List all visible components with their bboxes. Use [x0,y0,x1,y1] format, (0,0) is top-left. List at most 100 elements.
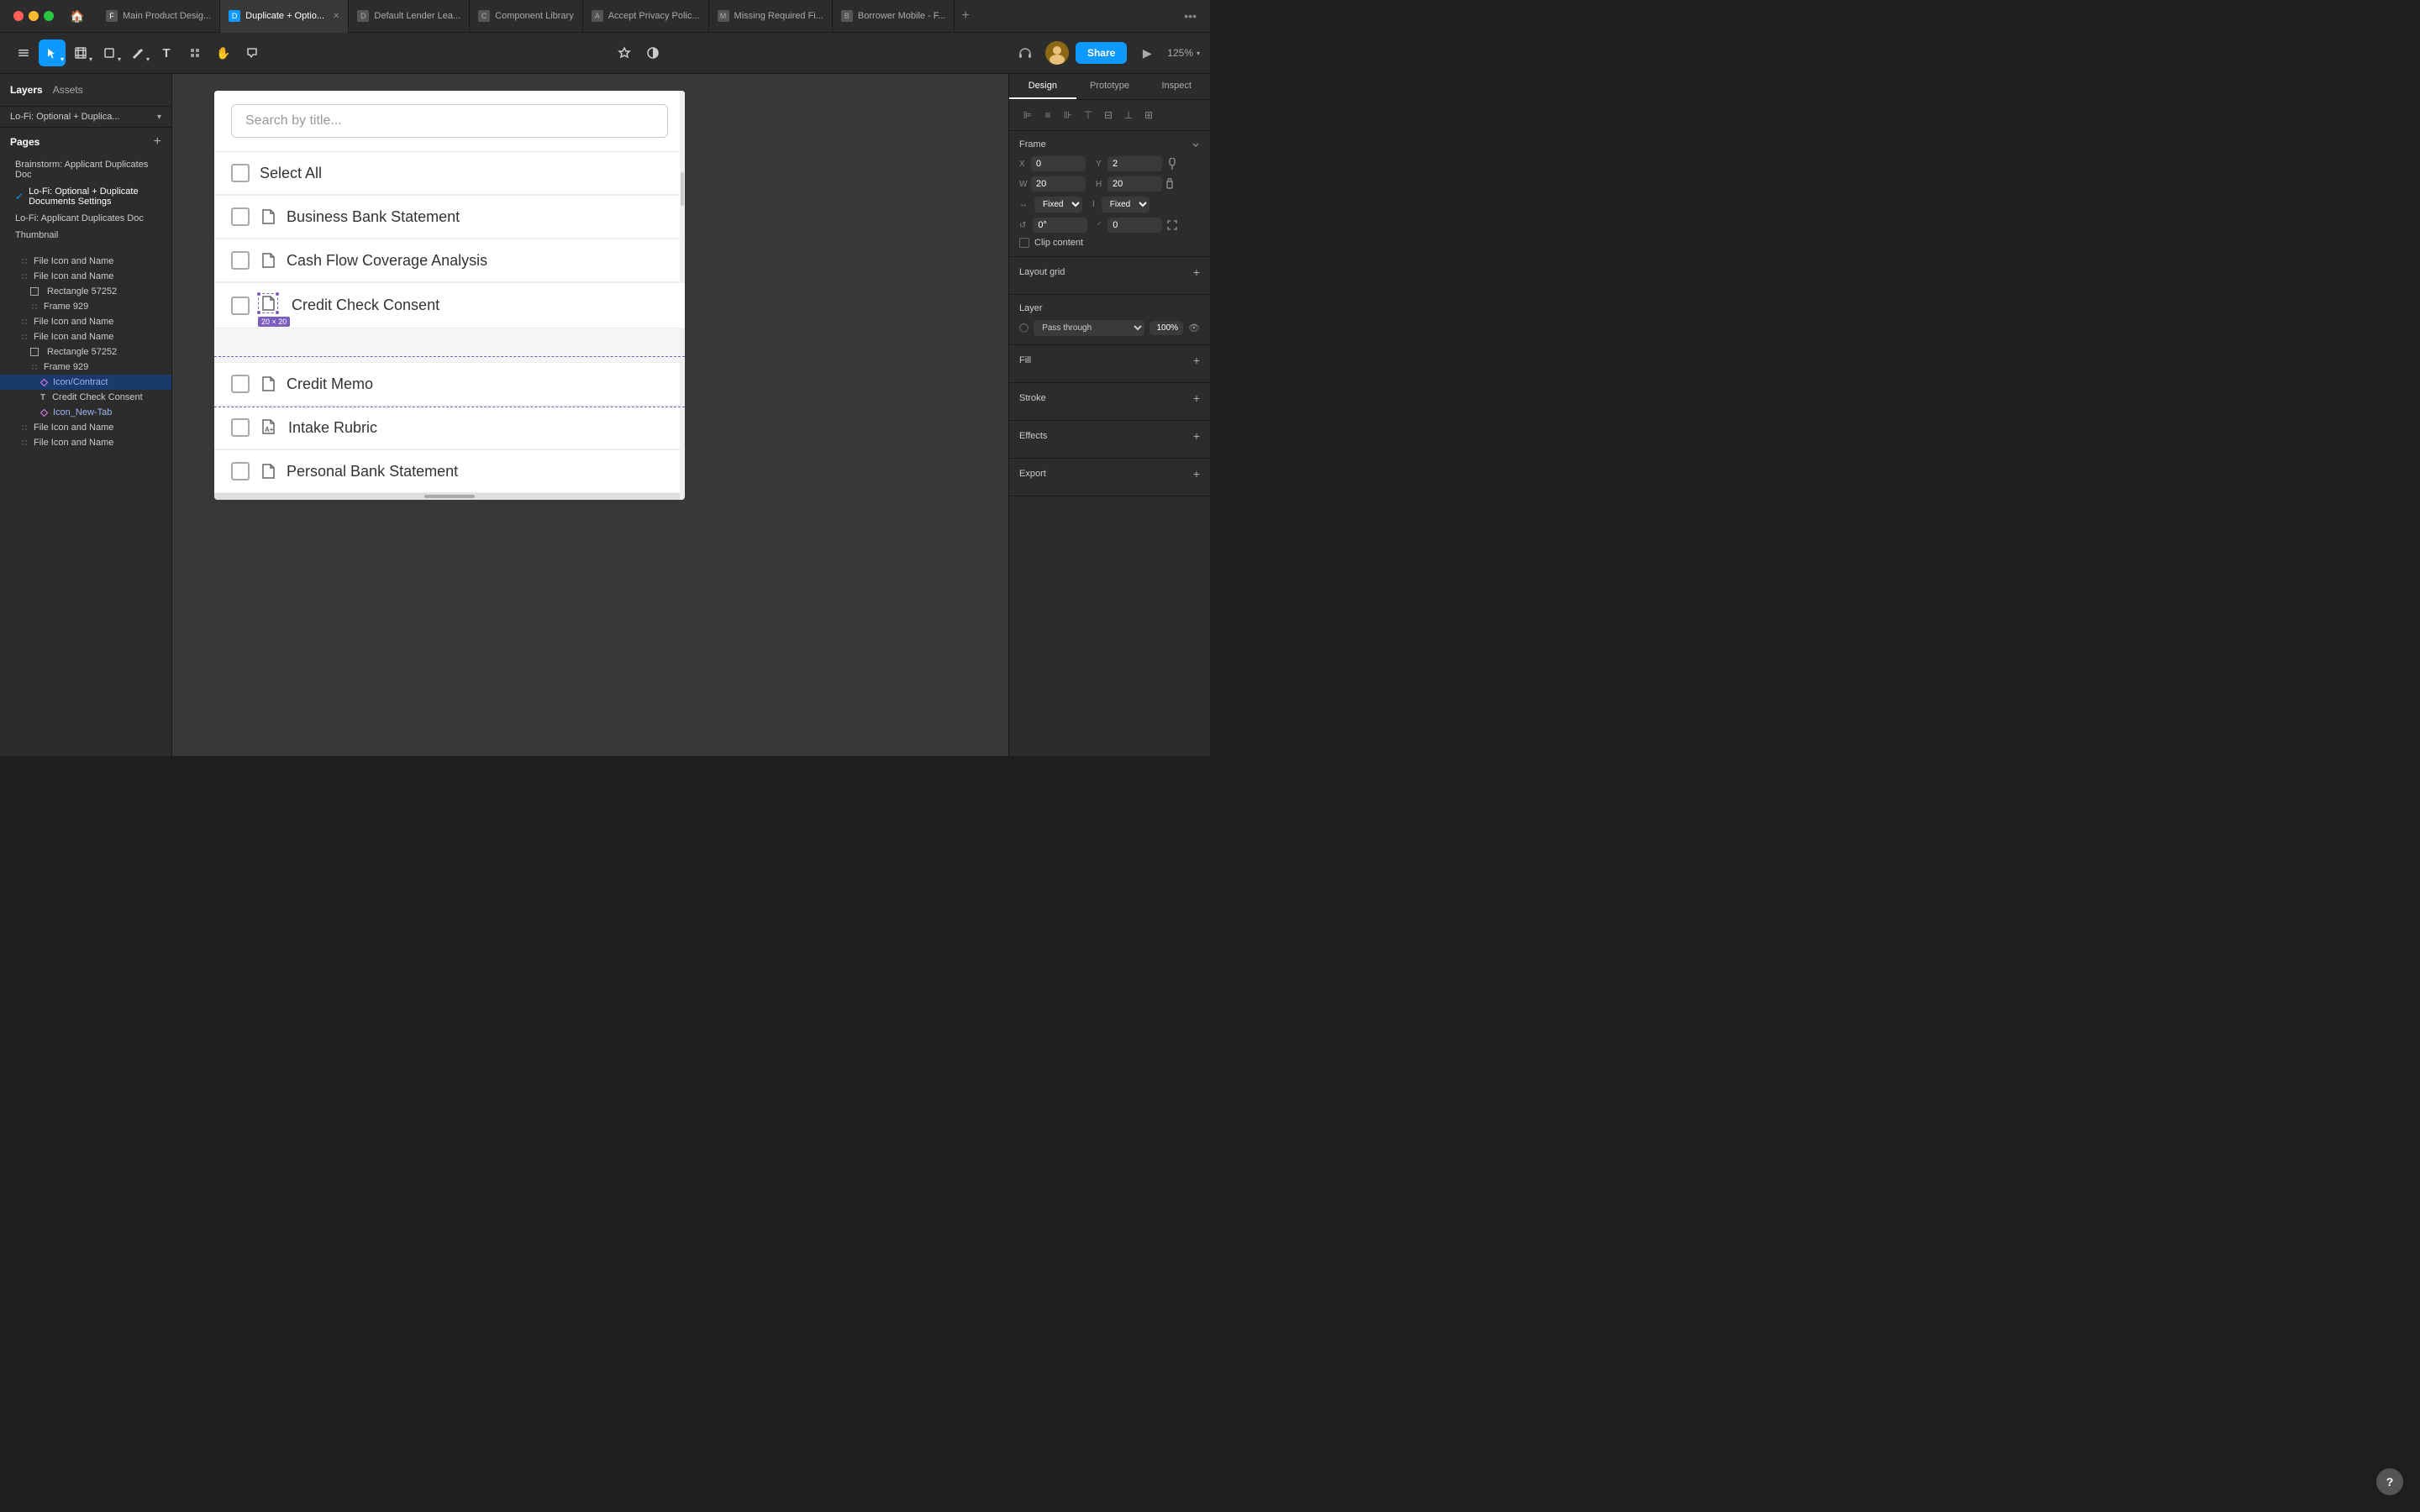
add-export[interactable]: + [1193,467,1200,480]
pen-tool[interactable]: ▾ [124,39,151,66]
text-tool[interactable]: T [153,39,180,66]
hand-tool[interactable]: ✋ [210,39,237,66]
align-center-h[interactable]: ≡ [1039,107,1056,123]
component-tool[interactable] [182,39,208,66]
scrollbar-thumb-horizontal[interactable] [424,495,475,498]
doc-checkbox[interactable] [231,207,250,226]
layer-file-icon-1[interactable]: File Icon and Name [0,269,171,284]
page-brainstorm[interactable]: Brainstorm: Applicant Duplicates Doc [10,156,161,183]
add-stroke[interactable]: + [1193,391,1200,405]
align-center-v[interactable]: ⊟ [1100,107,1117,123]
corner-input[interactable] [1107,218,1162,233]
page-thumbnail[interactable]: Thumbnail [10,227,161,244]
scrollbar-thumb[interactable] [681,172,684,206]
doc-intake-rubric[interactable]: A+ Intake Rubric [214,407,685,449]
page-lofi-optional[interactable]: ✓ Lo-Fi: Optional + Duplicate Documents … [10,183,161,210]
maximize-window[interactable] [44,11,54,21]
search-input[interactable]: Search by title... [231,104,668,138]
more-tabs-button[interactable]: ••• [1177,9,1203,23]
doc-personal-bank[interactable]: Personal Bank Statement [214,450,685,493]
doc-checkbox[interactable] [231,251,250,270]
frame-tool[interactable]: ▾ [67,39,94,66]
align-bottom[interactable]: ⊥ [1120,107,1137,123]
layer-icon-contract[interactable]: Icon/Contract [0,375,171,390]
bottom-scrollbar[interactable] [214,493,685,500]
layer-file-icon-4[interactable]: File Icon and Name [0,420,171,435]
close-window[interactable] [13,11,24,21]
doc-checkbox[interactable] [231,375,250,393]
cursor-tool[interactable]: ▾ [39,39,66,66]
clip-checkbox[interactable] [1019,238,1029,248]
rotation-input[interactable] [1033,218,1087,233]
blend-mode-select[interactable]: Pass through Normal Multiply Screen Over… [1034,320,1144,336]
fixed-h-select[interactable]: Fixed Hug Fill [1102,197,1150,213]
h-input[interactable] [1107,176,1162,192]
distribute[interactable]: ⊞ [1140,107,1157,123]
tab-main[interactable]: F Main Product Desig... [97,0,220,33]
align-top[interactable]: ⊤ [1080,107,1097,123]
comment-tool[interactable] [239,39,266,66]
prototype-tab[interactable]: Prototype [1076,74,1144,99]
present-button[interactable]: ▶ [1134,39,1160,66]
layer-frame-929-0[interactable]: Frame 929 [0,299,171,314]
doc-cash-flow[interactable]: Cash Flow Coverage Analysis [214,239,685,282]
doc-credit-memo[interactable]: Credit Memo [214,363,685,406]
w-input[interactable] [1031,176,1086,192]
inspect-tab[interactable]: Inspect [1143,74,1210,99]
doc-bank-statement[interactable]: Business Bank Statement [214,196,685,239]
opacity-input[interactable] [1150,321,1183,335]
home-button[interactable]: 🏠 [64,3,91,29]
tab-duplicate[interactable]: D Duplicate + Optio... ✕ [220,0,349,33]
layer-file-icon-2[interactable]: File Icon and Name [0,314,171,329]
add-fill[interactable]: + [1193,354,1200,367]
layer-file-icon-0[interactable]: File Icon and Name [0,254,171,269]
new-tab-button[interactable]: + [955,8,976,24]
doc-checkbox[interactable] [231,297,250,315]
constrain-proportions[interactable] [1165,157,1179,171]
layer-credit-check-text[interactable]: T Credit Check Consent [0,390,171,405]
page-lofi-applicant[interactable]: Lo-Fi: Applicant Duplicates Doc [10,210,161,227]
tab-duplicate-close[interactable]: ✕ [333,12,339,21]
layer-rect-57252-1[interactable]: Rectangle 57252 [0,344,171,360]
layer-rect-57252-0[interactable]: Rectangle 57252 [0,284,171,299]
expand-icon[interactable] [1165,218,1179,232]
tab-accept[interactable]: A Accept Privacy Polic... [583,0,709,33]
frame-chevron[interactable] [1192,140,1200,149]
layers-tab[interactable]: Layers [10,81,43,99]
fixed-w-select[interactable]: Fixed Hug Fill [1034,197,1082,213]
add-page-button[interactable]: + [154,134,161,150]
minimize-window[interactable] [29,11,39,21]
x-input[interactable] [1031,156,1086,171]
shape-tool[interactable]: ▾ [96,39,123,66]
doc-credit-check[interactable]: 20 × 20 Credit Check Consent [214,283,685,328]
align-right[interactable]: ⊪ [1060,107,1076,123]
tab-missing[interactable]: M Missing Required Fi... [709,0,833,33]
zoom-control[interactable]: 125% ▾ [1167,47,1200,59]
layer-file-icon-5[interactable]: File Icon and Name [0,435,171,450]
tab-default[interactable]: D Default Lender Lea... [349,0,470,33]
doc-checkbox[interactable] [231,462,250,480]
add-layout-grid[interactable]: + [1193,265,1200,279]
add-effect[interactable]: + [1193,429,1200,443]
select-all-row[interactable]: Select All [214,152,685,195]
align-left[interactable]: ⊫ [1019,107,1036,123]
user-avatar[interactable] [1045,41,1069,65]
doc-checkbox[interactable] [231,418,250,437]
help-button[interactable]: ? [2376,1468,2403,1495]
visibility-toggle[interactable]: 👁 [1188,323,1200,333]
breadcrumb-chevron[interactable]: ▾ [157,113,161,122]
tab-component[interactable]: C Component Library [470,0,583,33]
headphone-icon[interactable] [1012,39,1039,66]
layer-frame-929-1[interactable]: Frame 929 [0,360,171,375]
layer-file-icon-3[interactable]: File Icon and Name [0,329,171,344]
menu-tool[interactable] [10,39,37,66]
plugin-tool[interactable] [611,39,638,66]
tab-borrower[interactable]: B Borrower Mobile - F... [833,0,955,33]
layer-icon-new-tab[interactable]: Icon_New-Tab [0,405,171,420]
select-all-checkbox[interactable] [231,164,250,182]
lock-icon[interactable] [1165,177,1179,191]
share-button[interactable]: Share [1076,42,1127,64]
theme-tool[interactable] [639,39,666,66]
design-tab[interactable]: Design [1009,74,1076,99]
y-input[interactable] [1107,156,1162,171]
